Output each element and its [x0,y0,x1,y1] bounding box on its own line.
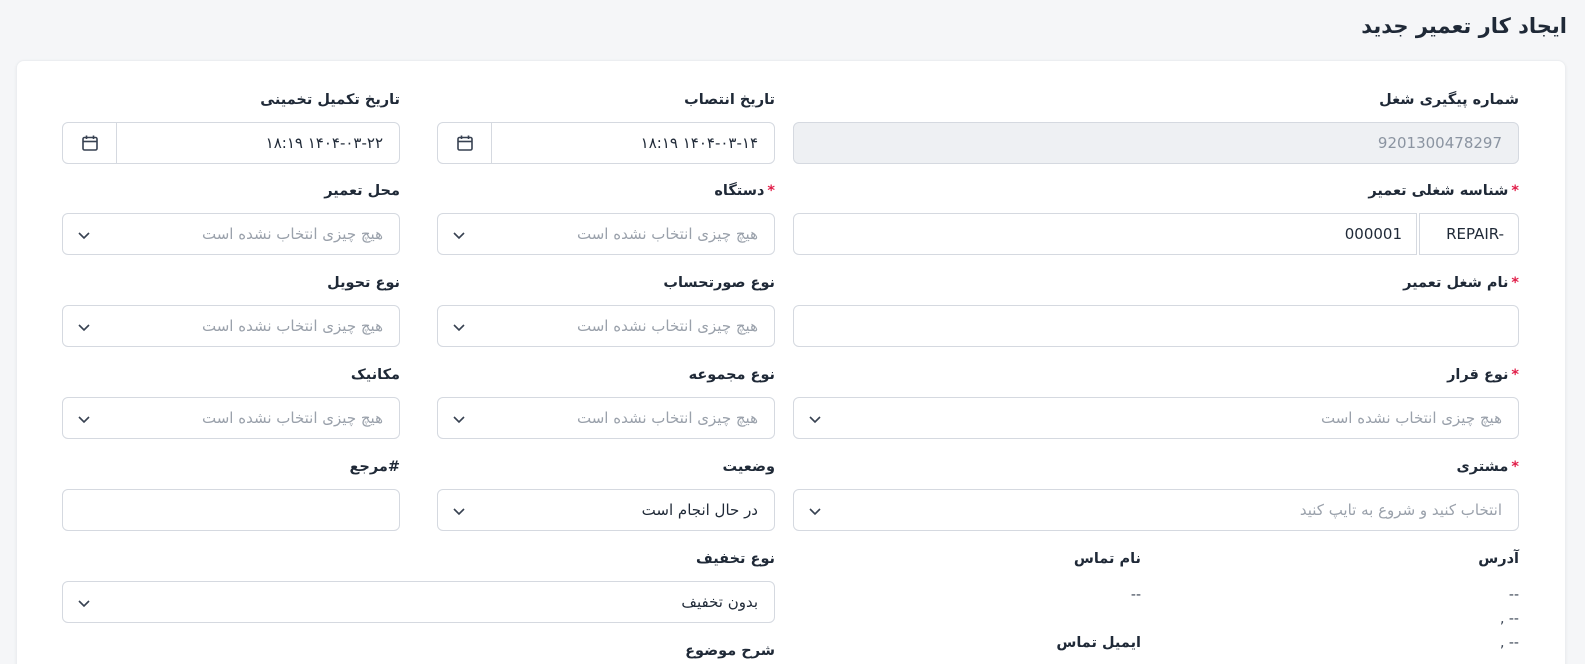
chevron-down-icon [453,324,465,332]
required-marker: * [1511,275,1519,291]
contact-name-label: نام تماس [1073,551,1141,567]
tracking-number-label: شماره پیگیری شغل [1379,92,1519,108]
address-line-2: -- , [1499,611,1519,627]
chevron-down-icon [453,508,465,516]
form-column-left: تاریخ تکمیل تخمینی ۱۴۰۴-۰۳-۲۲ ۱۸:۱۹ محل … [62,61,400,581]
discount-type-value: بدون تخفیف [681,593,758,611]
calendar-icon [81,135,98,151]
reference-input[interactable] [62,489,400,531]
repair-location-select[interactable]: هیچ چیزی انتخاب نشده است [62,213,400,255]
repair-job-name-label-text: نام شغل تعمیر [1403,275,1509,291]
discount-type-select[interactable]: بدون تخفیف [62,581,775,623]
discount-type-label: نوع تخفیف [695,551,775,567]
customer-placeholder: انتخاب کنید و شروع به تایپ کنید [1299,501,1502,519]
repair-job-name-input[interactable] [793,305,1519,347]
customer-label: *مشتری [1456,459,1519,475]
chevron-down-icon [78,232,90,240]
appointment-type-label: *نوع قرار [1447,367,1519,383]
repair-location-placeholder: هیچ چیزی انتخاب نشده است [201,225,383,243]
device-label-text: دستگاه [714,183,765,199]
device-label: *دستگاه [714,183,775,199]
repair-job-id-label: *شناسه شغلی تعمیر [1368,183,1519,199]
calendar-button[interactable] [63,123,117,163]
estimated-completion-label: تاریخ تکمیل تخمینی [260,92,400,108]
chevron-down-icon [78,324,90,332]
assign-date-label: تاریخ انتصاب [684,92,775,108]
appointment-type-select[interactable]: هیچ چیزی انتخاب نشده است [793,397,1519,439]
chevron-down-icon [78,600,90,608]
repair-job-form-card: شماره پیگیری شغل 9201300478297 *شناسه شغ… [16,60,1566,664]
set-type-label: نوع مجموعه [688,367,775,383]
mechanic-label: مکانیک [350,367,400,383]
tracking-number-field: 9201300478297 [793,122,1519,164]
page-title: ایجاد کار تعمیر جدید [1361,14,1567,38]
calendar-button[interactable] [438,123,492,163]
reference-label: #مرجع [349,459,400,475]
appointment-type-label-text: نوع قرار [1447,367,1509,383]
customer-select[interactable]: انتخاب کنید و شروع به تایپ کنید [793,489,1519,531]
contact-email-label: ایمیل تماس [1056,635,1141,651]
device-select[interactable]: هیچ چیزی انتخاب نشده است [437,213,775,255]
delivery-type-select[interactable]: هیچ چیزی انتخاب نشده است [62,305,400,347]
appointment-type-placeholder: هیچ چیزی انتخاب نشده است [1320,409,1502,427]
chevron-down-icon [78,416,90,424]
delivery-type-label: نوع تحویل [327,275,400,291]
delivery-type-placeholder: هیچ چیزی انتخاب نشده است [201,317,383,335]
repair-location-label: محل تعمیر [324,183,400,199]
invoice-type-label: نوع صورتحساب [663,275,775,291]
form-column-middle: تاریخ انتصاب ۱۴۰۴-۰۳-۱۴ ۱۸:۱۹ *دستگاه هی… [437,61,775,664]
repair-job-id-prefix: REPAIR- [1419,213,1519,255]
repair-job-id-label-text: شناسه شغلی تعمیر [1368,183,1509,199]
repair-job-id-prefix-text: REPAIR- [1446,225,1504,243]
repair-job-id-input[interactable]: 000001 [793,213,1417,255]
address-line-1: -- [1508,587,1519,603]
required-marker: * [1511,183,1519,199]
estimated-completion-input[interactable]: ۱۴۰۴-۰۳-۲۲ ۱۸:۱۹ [62,122,400,164]
estimated-completion-value: ۱۴۰۴-۰۳-۲۲ ۱۸:۱۹ [265,134,383,152]
address-label: آدرس [1478,551,1519,567]
repair-job-id-value: 000001 [1344,225,1402,243]
set-type-placeholder: هیچ چیزی انتخاب نشده است [576,409,758,427]
invoice-type-placeholder: هیچ چیزی انتخاب نشده است [576,317,758,335]
required-marker: * [1511,459,1519,475]
required-marker: * [1511,367,1519,383]
assign-date-value: ۱۴۰۴-۰۳-۱۴ ۱۸:۱۹ [640,134,758,152]
calendar-icon [456,135,473,151]
status-value: در حال انجام است [641,501,758,519]
subject-description-label: شرح موضوع [685,643,775,659]
address-line-3: -- , [1499,635,1519,651]
chevron-down-icon [453,232,465,240]
required-marker: * [767,183,775,199]
chevron-down-icon [809,508,821,516]
mechanic-select[interactable]: هیچ چیزی انتخاب نشده است [62,397,400,439]
contact-name-value: -- [1130,587,1141,603]
invoice-type-select[interactable]: هیچ چیزی انتخاب نشده است [437,305,775,347]
mechanic-placeholder: هیچ چیزی انتخاب نشده است [201,409,383,427]
status-select[interactable]: در حال انجام است [437,489,775,531]
device-placeholder: هیچ چیزی انتخاب نشده است [576,225,758,243]
chevron-down-icon [809,416,821,424]
tracking-number-value: 9201300478297 [1377,134,1502,152]
repair-job-name-label: *نام شغل تعمیر [1403,275,1519,291]
form-column-main: شماره پیگیری شغل 9201300478297 *شناسه شغ… [793,61,1519,664]
chevron-down-icon [453,416,465,424]
set-type-select[interactable]: هیچ چیزی انتخاب نشده است [437,397,775,439]
customer-label-text: مشتری [1456,459,1509,475]
status-label: وضعیت [722,459,775,475]
assign-date-input[interactable]: ۱۴۰۴-۰۳-۱۴ ۱۸:۱۹ [437,122,775,164]
